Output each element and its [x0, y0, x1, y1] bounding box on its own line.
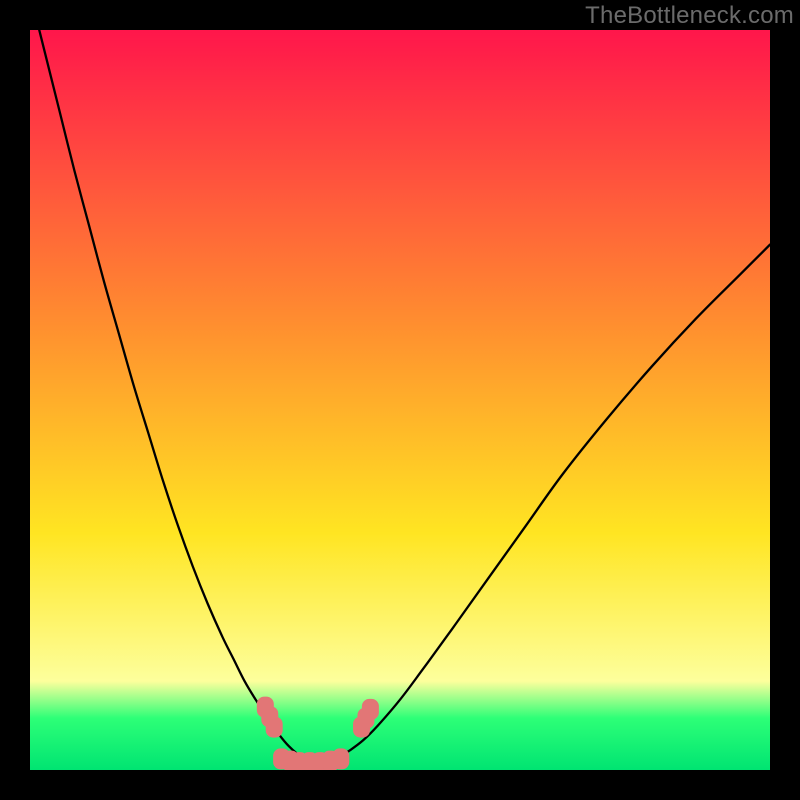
- chart-frame: TheBottleneck.com: [0, 0, 800, 800]
- gradient-bg: [30, 30, 770, 770]
- plot-area: [30, 30, 770, 770]
- plot-svg: [30, 30, 770, 770]
- marker-point: [362, 699, 378, 719]
- watermark-text: TheBottleneck.com: [585, 2, 794, 30]
- marker-point: [333, 749, 349, 769]
- marker-point: [266, 717, 282, 737]
